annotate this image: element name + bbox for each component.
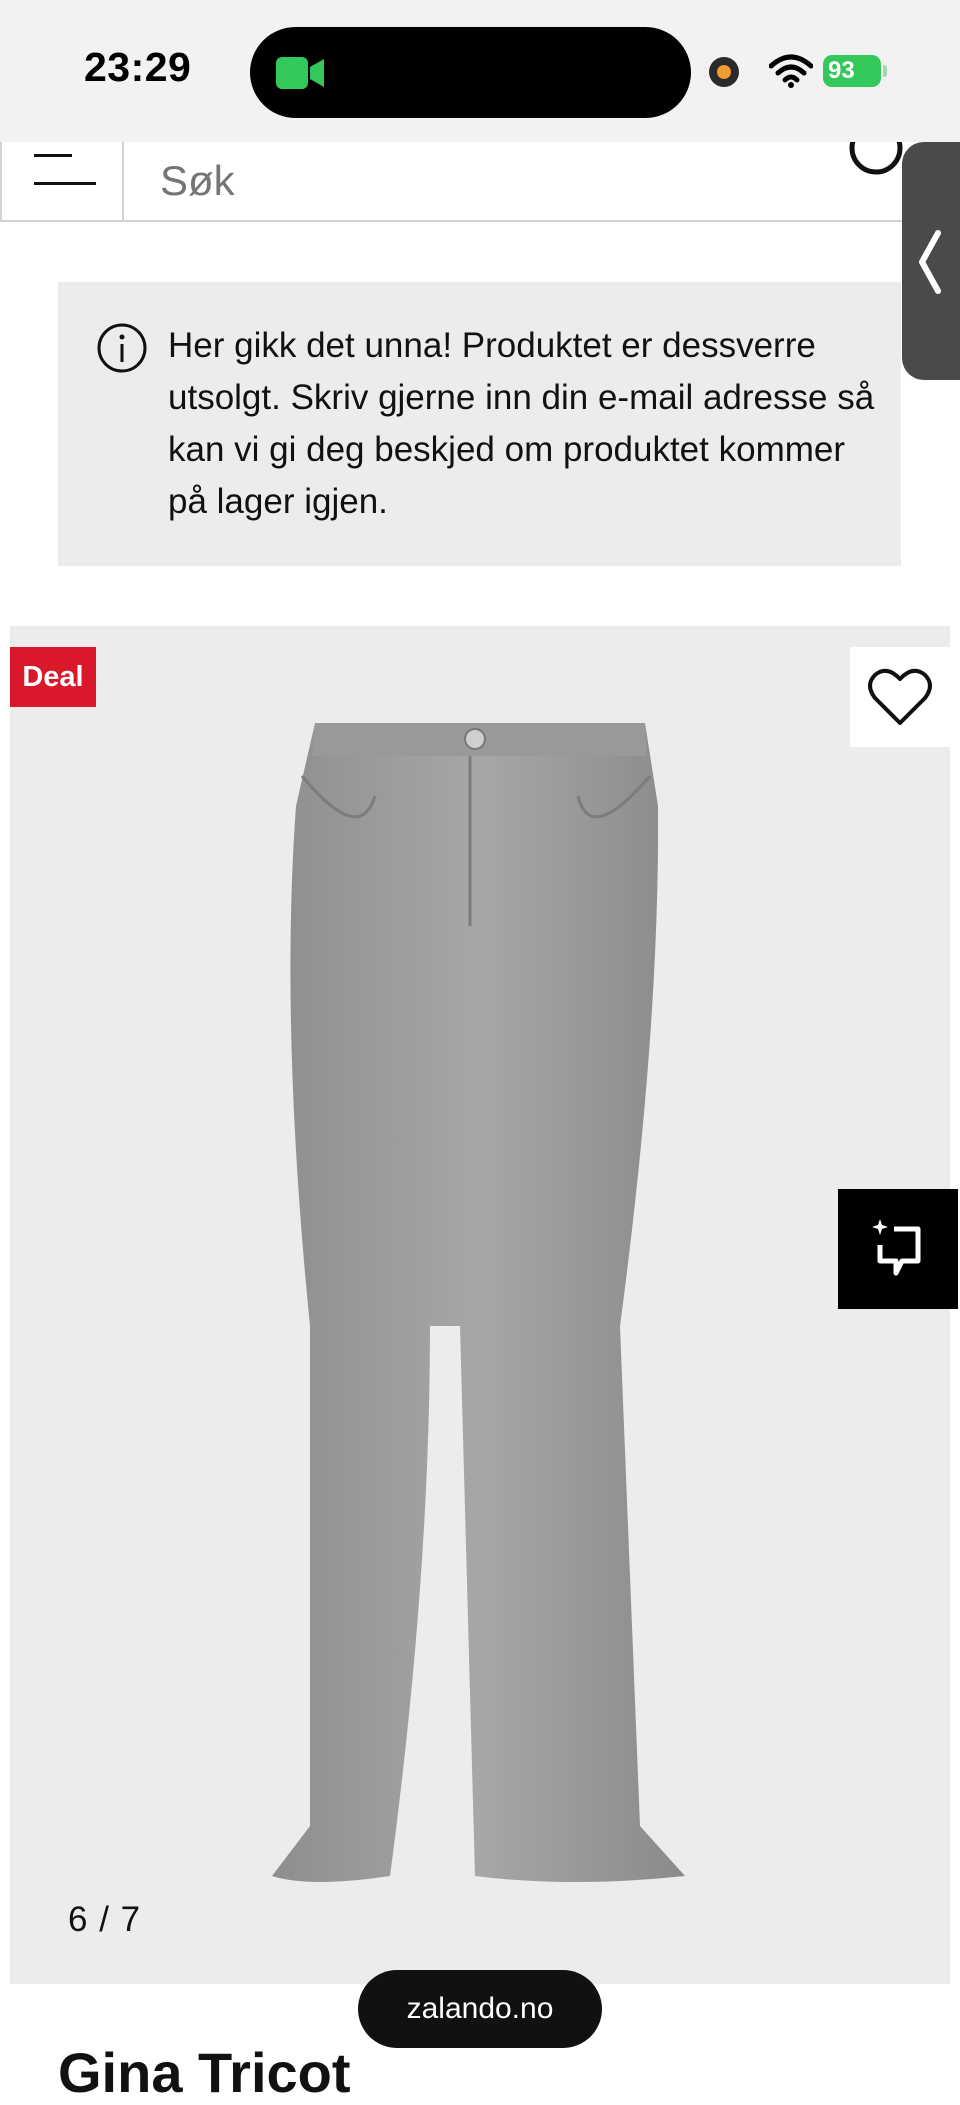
notice-message: Her gikk det unna! Produktet er dessverr… [168, 326, 875, 521]
visual-search-icon [872, 1219, 921, 1276]
deal-badge: Deal [10, 647, 96, 707]
battery-level: 93 [828, 57, 855, 84]
video-camera-icon [276, 57, 324, 89]
info-icon [97, 323, 147, 373]
side-drawer-tab[interactable] [902, 142, 960, 380]
wifi-icon [769, 54, 813, 88]
brand-title[interactable]: Gina Tricot [58, 2040, 351, 2105]
battery-icon: 93 [823, 55, 887, 87]
visual-search-button[interactable] [838, 1189, 958, 1309]
privacy-dot-icon [709, 57, 739, 87]
jeans-image [272, 723, 685, 1882]
search-icon[interactable] [848, 142, 908, 182]
wishlist-button[interactable] [850, 647, 950, 747]
heart-icon [868, 668, 932, 725]
search-header [0, 142, 960, 222]
image-counter: 6 / 7 [68, 1900, 142, 1939]
status-time: 23:29 [84, 44, 192, 90]
search-input[interactable] [160, 142, 720, 220]
product-image[interactable] [10, 626, 950, 1984]
browser-url-pill[interactable]: zalando.no [358, 1970, 602, 2048]
menu-icon[interactable] [0, 142, 124, 220]
chevron-left-icon [919, 230, 941, 294]
